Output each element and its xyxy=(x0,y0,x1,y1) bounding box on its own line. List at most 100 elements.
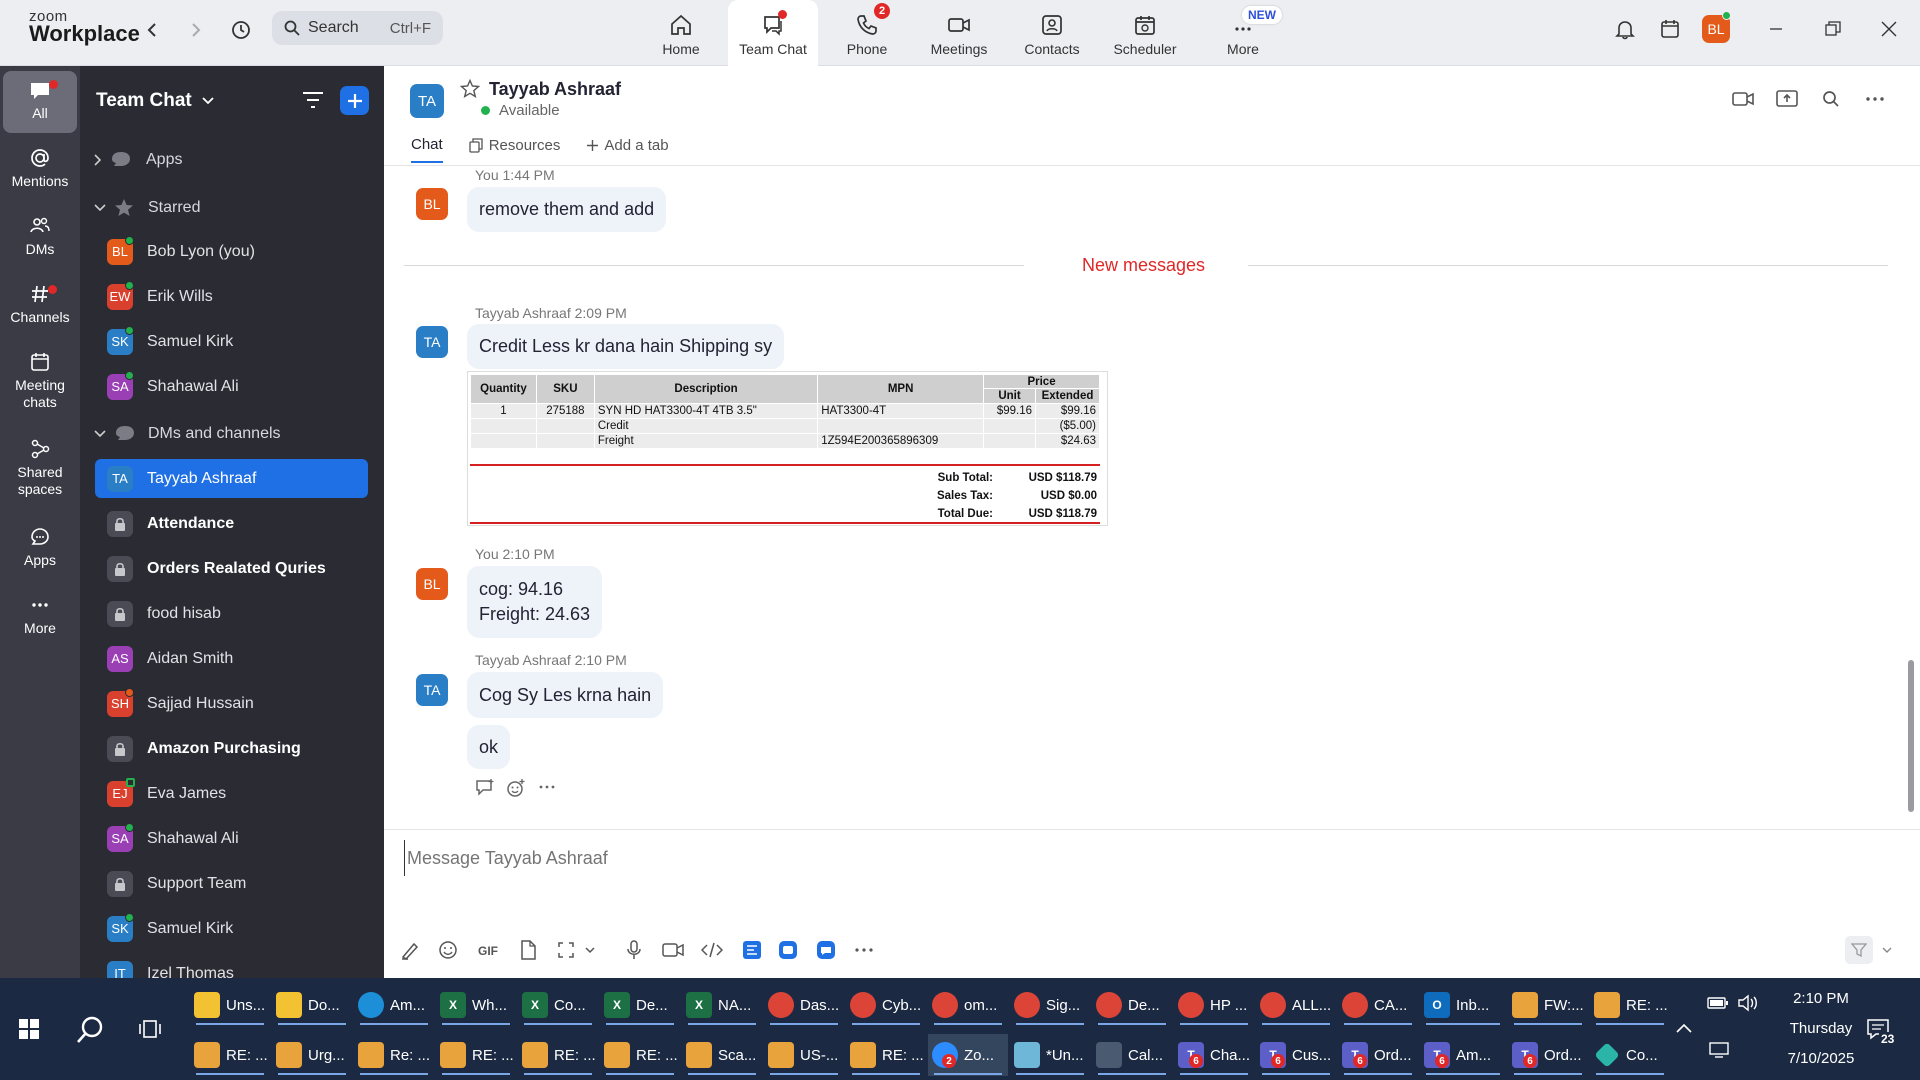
message-bubble[interactable]: remove them and add xyxy=(467,187,667,232)
tab-team-chat[interactable]: Team Chat xyxy=(728,0,818,66)
taskbar-item-excel-3[interactable]: X De... xyxy=(600,984,680,1026)
battery-icon[interactable] xyxy=(1707,996,1729,1015)
more-tools-icon[interactable] xyxy=(850,936,878,964)
taskbar-item-excel-2[interactable]: X Co... xyxy=(518,984,598,1026)
filter-icon[interactable] xyxy=(302,91,324,114)
chevron-down-icon[interactable] xyxy=(576,936,604,964)
microphone-icon[interactable] xyxy=(620,936,648,964)
taskbar-item-chrome-7[interactable]: ALL... xyxy=(1256,984,1336,1026)
rail-item-meeting-chats[interactable]: Meeting chats xyxy=(3,351,77,411)
close-icon[interactable] xyxy=(1874,14,1904,44)
rail-item-dms[interactable]: DMs xyxy=(3,215,77,258)
message-bubble[interactable]: cog: 94.16 Freight: 24.63 xyxy=(467,566,603,638)
sidebar-item-shahawal-ali-2[interactable]: SA Shahawal Ali xyxy=(95,819,368,858)
video-call-icon[interactable] xyxy=(1730,86,1756,112)
new-chat-button[interactable] xyxy=(340,86,369,115)
user-avatar[interactable]: BL xyxy=(1702,11,1731,43)
rail-item-all[interactable]: All xyxy=(3,71,77,133)
emoji-reaction-icon[interactable] xyxy=(506,778,526,798)
more-options-icon[interactable] xyxy=(1862,86,1888,112)
sidebar-item-attendance[interactable]: Attendance xyxy=(95,504,368,543)
taskbar-item-chrome-8[interactable]: CA... xyxy=(1338,984,1418,1026)
contact-name[interactable]: Tayyab Ashraaf xyxy=(489,79,621,100)
taskbar-item-mail-7[interactable]: RE: ... xyxy=(518,1034,598,1076)
sidebar-item-izel-thomas[interactable]: IT Izel Thomas xyxy=(95,954,368,978)
video-message-icon[interactable] xyxy=(659,936,687,964)
tab-resources[interactable]: Resources xyxy=(469,136,560,163)
send-options-chevron-icon[interactable] xyxy=(1873,936,1901,964)
clock-time[interactable]: 2:10 PM xyxy=(1766,990,1876,1007)
taskbar-item-teams-1[interactable]: T6 Cha... xyxy=(1174,1034,1254,1076)
format-text-icon[interactable] xyxy=(396,936,424,964)
star-icon[interactable] xyxy=(459,78,481,104)
rail-item-apps[interactable]: Apps xyxy=(3,526,77,569)
sidebar-item-amazon-purchasing[interactable]: Amazon Purchasing xyxy=(95,729,368,768)
taskbar-item-chrome-5[interactable]: De... xyxy=(1092,984,1172,1026)
taskbar-item-teams-5[interactable]: T6 Ord... xyxy=(1508,1034,1588,1076)
sidebar-item-sajjad-hussain[interactable]: SH Sajjad Hussain xyxy=(95,684,368,723)
message-bubble[interactable]: Cog Sy Les krna hain xyxy=(467,672,664,718)
calendar-icon[interactable] xyxy=(1655,14,1685,44)
taskbar-item-explorer[interactable]: Uns... xyxy=(190,984,270,1026)
taskbar-item-teams-2[interactable]: T6 Cus... xyxy=(1256,1034,1336,1076)
notification-center-icon[interactable]: 23 xyxy=(1866,1018,1897,1046)
volume-icon[interactable] xyxy=(1737,994,1759,1017)
search-icon[interactable] xyxy=(1818,86,1844,112)
tab-contacts[interactable]: Contacts xyxy=(1007,0,1097,66)
emoji-icon[interactable] xyxy=(434,936,462,964)
section-dms-channels[interactable]: DMs and channels xyxy=(94,424,281,444)
taskbar-item-mail-2[interactable]: RE: ... xyxy=(1590,984,1670,1026)
gif-icon[interactable]: GIF xyxy=(475,936,503,964)
taskbar-item-chrome-3[interactable]: om... xyxy=(928,984,1008,1026)
rail-item-shared-spaces[interactable]: Shared spaces xyxy=(3,438,77,498)
rail-item-more[interactable]: More xyxy=(3,594,77,637)
sidebar-title[interactable]: Team Chat xyxy=(96,90,214,112)
sidebar-item-orders-realated-quries[interactable]: Orders Realated Quries xyxy=(95,549,368,588)
bell-icon[interactable] xyxy=(1610,14,1640,44)
tab-meetings[interactable]: Meetings xyxy=(914,0,1004,66)
tab-home[interactable]: Home xyxy=(636,0,726,66)
taskbar-item-mail-5[interactable]: Re: ... xyxy=(354,1034,434,1076)
tab-scheduler[interactable]: Scheduler xyxy=(1100,0,1190,66)
taskbar-item-chrome-2[interactable]: Cyb... xyxy=(846,984,926,1026)
app-tool-icon-1[interactable] xyxy=(738,936,766,964)
sidebar-item-tayyab-ashraaf[interactable]: TA Tayyab Ashraaf xyxy=(95,459,368,498)
message-avatar[interactable]: TA xyxy=(416,674,448,706)
rail-item-channels[interactable]: Channels xyxy=(3,283,77,326)
taskbar-item-explorer-2[interactable]: Do... xyxy=(272,984,352,1026)
taskbar-item-chrome-1[interactable]: Das... xyxy=(764,984,844,1026)
app-tool-icon-2[interactable] xyxy=(774,936,802,964)
taskbar-item-copilot[interactable]: Co... xyxy=(1590,1034,1670,1076)
windows-start-icon[interactable] xyxy=(18,1018,40,1045)
taskbar-item-edge[interactable]: Am... xyxy=(354,984,434,1026)
message-bubble[interactable]: Credit Less kr dana hain Shipping sy xyxy=(467,324,785,369)
sidebar-item-eva-james[interactable]: EJ Eva James xyxy=(95,774,368,813)
sidebar-item-erik-wills[interactable]: EW Erik Wills xyxy=(95,277,368,316)
taskbar-item-chrome-4[interactable]: Sig... xyxy=(1010,984,1090,1026)
taskbar-item-excel-4[interactable]: X NA... xyxy=(682,984,762,1026)
taskbar-item-mail-1[interactable]: FW:... xyxy=(1508,984,1588,1026)
message-bubble[interactable]: ok xyxy=(467,725,511,769)
message-input[interactable] xyxy=(404,840,1304,876)
taskbar-item-mail-11[interactable]: RE: ... xyxy=(846,1034,926,1076)
taskbar-item-chrome-6[interactable]: HP ... xyxy=(1174,984,1254,1026)
share-screen-icon[interactable] xyxy=(1774,86,1800,112)
send-icon[interactable] xyxy=(1845,936,1873,964)
clock-date[interactable]: 7/10/2025 xyxy=(1766,1050,1876,1067)
sidebar-item-shahawal-ali[interactable]: SA Shahawal Ali xyxy=(95,367,368,406)
rail-item-mentions[interactable]: Mentions xyxy=(3,147,77,190)
taskbar-item-notepad[interactable]: *Un... xyxy=(1010,1034,1090,1076)
tab-chat[interactable]: Chat xyxy=(411,136,443,163)
taskbar-item-teams-4[interactable]: T6 Am... xyxy=(1420,1034,1506,1076)
sidebar-item-aidan-smith[interactable]: AS Aidan Smith xyxy=(95,639,368,678)
taskbar-item-mail-9[interactable]: Sca... xyxy=(682,1034,762,1076)
invoice-image[interactable]: Quantity SKU Description MPN Price Unit … xyxy=(467,371,1108,526)
sidebar-item-food-hisab[interactable]: food hisab xyxy=(95,594,368,633)
file-icon[interactable] xyxy=(514,936,542,964)
clock-day[interactable]: Thursday xyxy=(1766,1020,1876,1037)
taskbar-item-mail-8[interactable]: RE: ... xyxy=(600,1034,680,1076)
tab-more[interactable]: NEW More xyxy=(1198,0,1288,66)
sidebar-item-samuel-kirk[interactable]: SK Samuel Kirk xyxy=(95,322,368,361)
reply-icon[interactable] xyxy=(475,778,495,796)
taskbar-item-teams-3[interactable]: T6 Ord... xyxy=(1338,1034,1418,1076)
